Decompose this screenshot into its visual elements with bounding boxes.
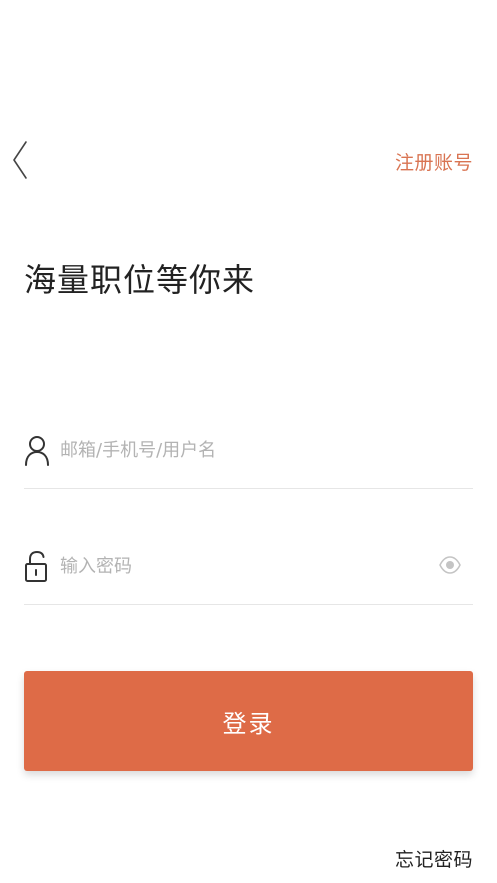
eye-icon — [439, 556, 461, 574]
toggle-password-visibility-button[interactable] — [439, 554, 461, 576]
page-headline: 海量职位等你来 — [24, 261, 256, 299]
password-input[interactable] — [60, 550, 420, 582]
forgot-password-link[interactable]: 忘记密码 — [395, 845, 473, 872]
back-button[interactable] — [8, 140, 36, 180]
password-field — [24, 544, 473, 605]
register-account-link[interactable]: 注册账号 — [395, 148, 473, 175]
chevron-left-icon — [13, 141, 27, 179]
lock-icon — [24, 550, 50, 582]
account-input[interactable] — [60, 434, 420, 466]
account-field — [24, 428, 473, 489]
user-icon — [24, 434, 50, 466]
login-button[interactable]: 登录 — [24, 671, 473, 771]
